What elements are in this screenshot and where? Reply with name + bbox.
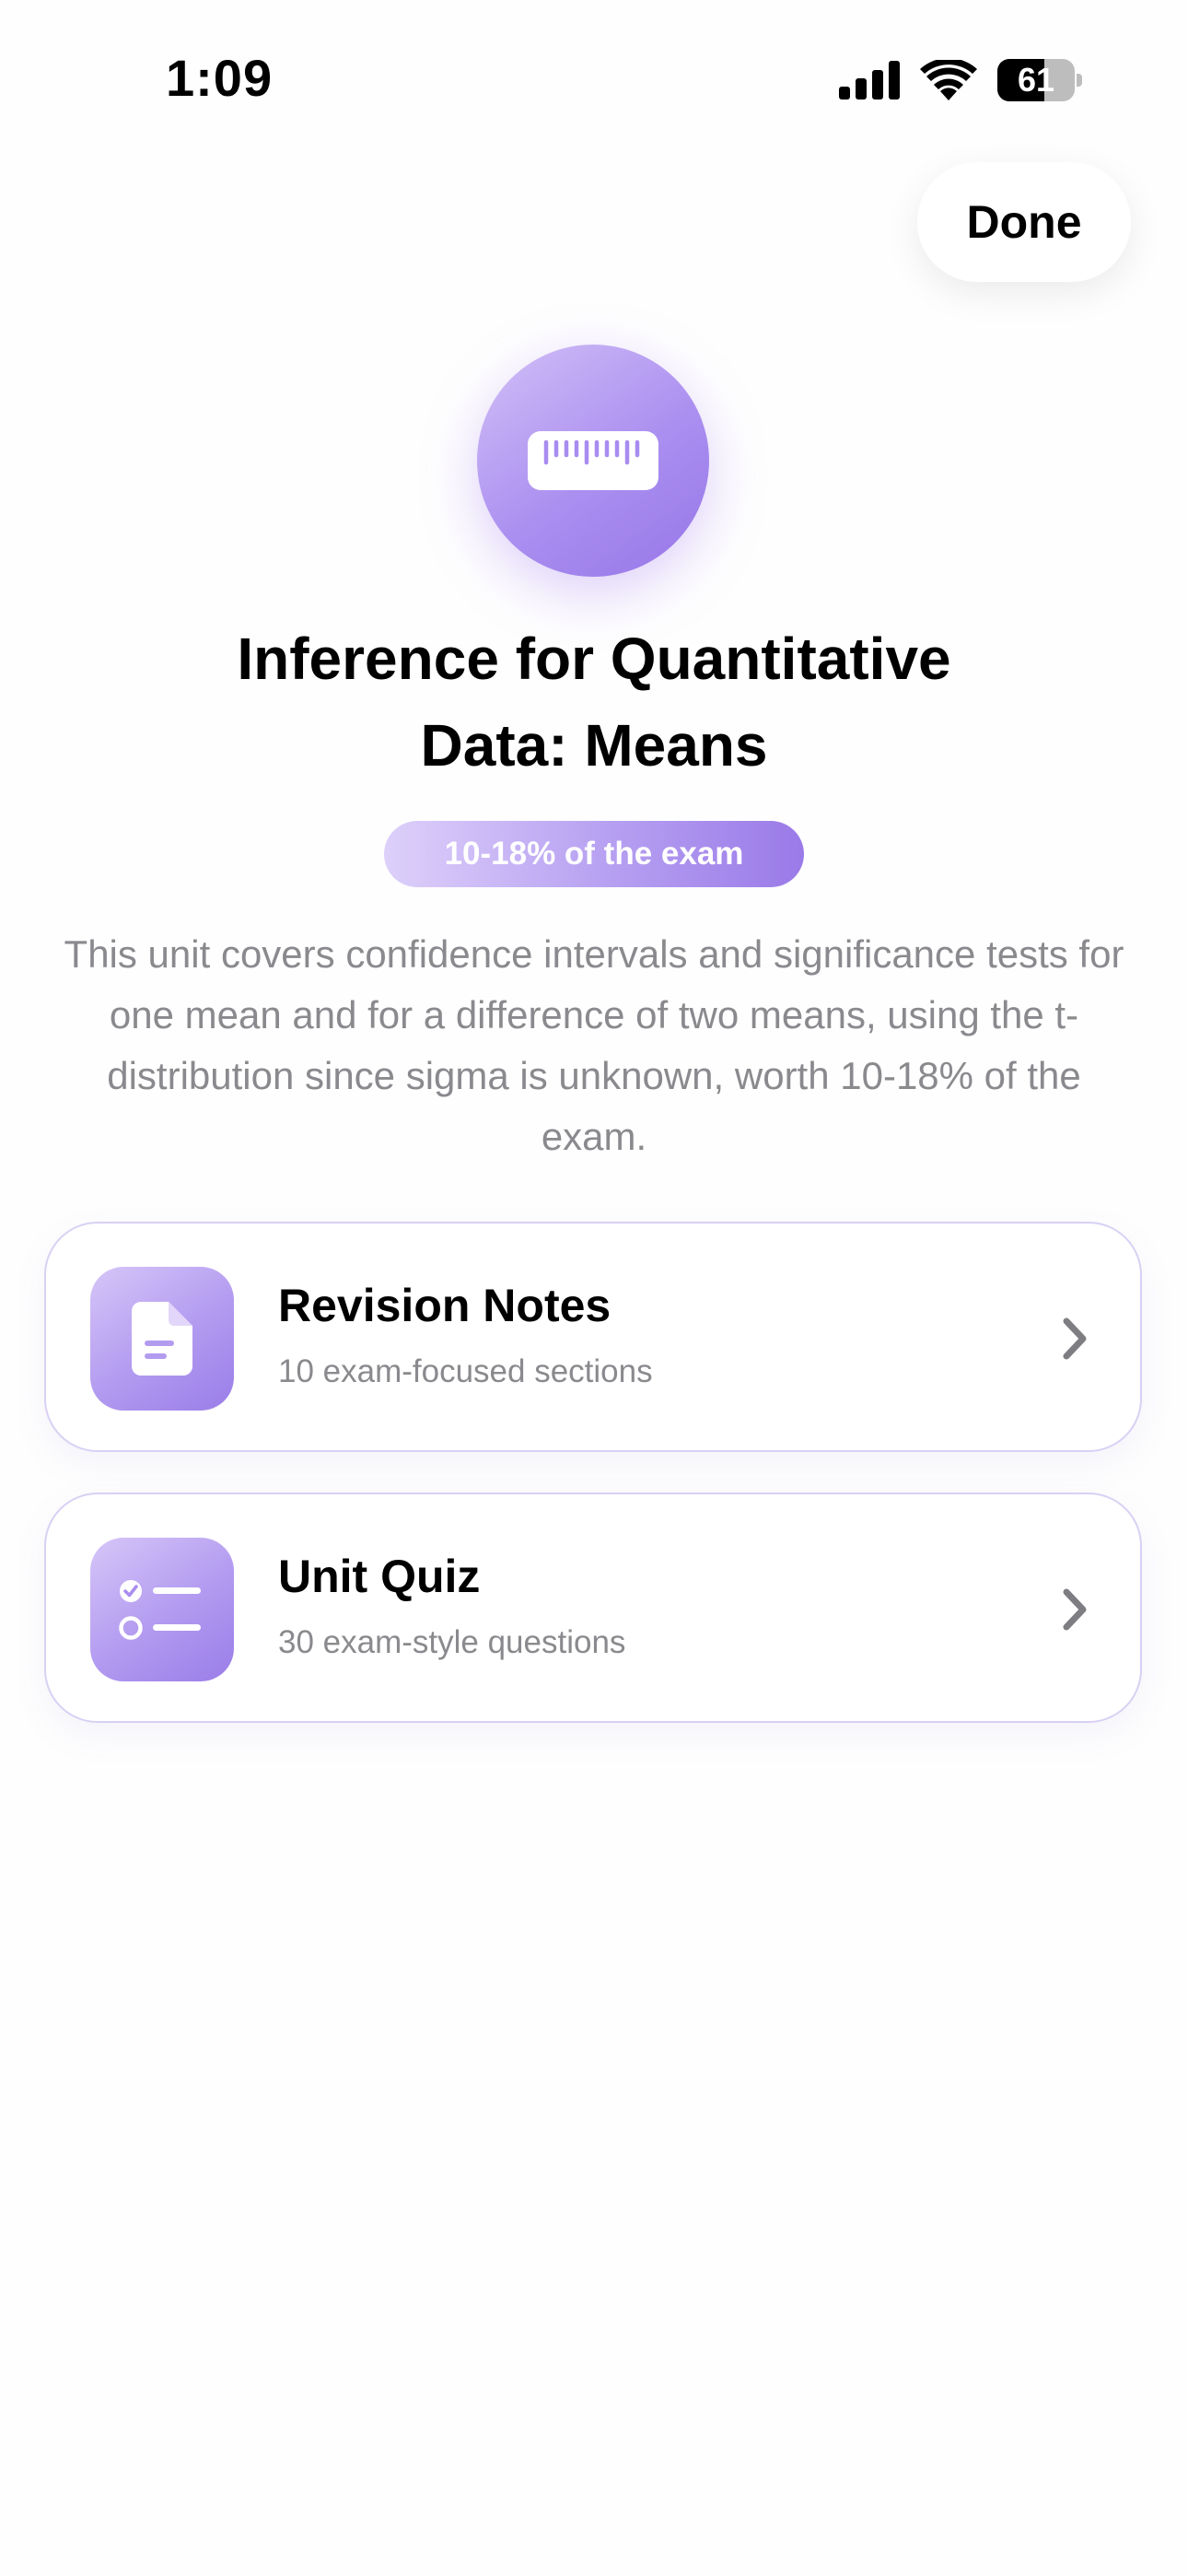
unit-description: This unit covers confidence intervals an…	[64, 932, 1124, 1158]
revision-notes-icon-tile	[90, 1267, 234, 1411]
checklist-icon	[119, 1580, 201, 1640]
cellular-signal-icon	[839, 61, 900, 100]
chevron-right-icon	[1063, 1588, 1087, 1631]
battery-icon: 61	[997, 59, 1082, 101]
status-time: 1:09	[166, 49, 274, 107]
done-button[interactable]: Done	[917, 162, 1131, 282]
unit-title-line-1: Inference for Quantitative	[237, 626, 951, 692]
exam-weight-badge: 10-18% of the exam	[384, 821, 804, 887]
revision-notes-title: Revision Notes	[278, 1280, 611, 1331]
unit-title-line-2: Data: Means	[420, 712, 768, 779]
revision-notes-card[interactable]: Revision Notes 10 exam-focused sections	[44, 1222, 1142, 1452]
battery-percent: 61	[1017, 61, 1055, 99]
unit-quiz-title: Unit Quiz	[278, 1551, 481, 1602]
chevron-right-icon	[1063, 1317, 1087, 1360]
wifi-icon	[920, 60, 977, 100]
unit-hero-badge	[477, 345, 709, 577]
unit-quiz-icon-tile	[90, 1538, 234, 1681]
status-icons: 61	[839, 57, 1082, 103]
ruler-icon	[528, 431, 658, 490]
unit-title: Inference for Quantitative Data: Means	[92, 615, 1096, 789]
document-icon	[132, 1302, 192, 1376]
unit-quiz-card[interactable]: Unit Quiz 30 exam-style questions	[44, 1493, 1142, 1723]
revision-notes-subtitle: 10 exam-focused sections	[278, 1353, 653, 1389]
unit-quiz-subtitle: 30 exam-style questions	[278, 1624, 626, 1660]
status-bar: 1:09 61	[0, 0, 1188, 157]
